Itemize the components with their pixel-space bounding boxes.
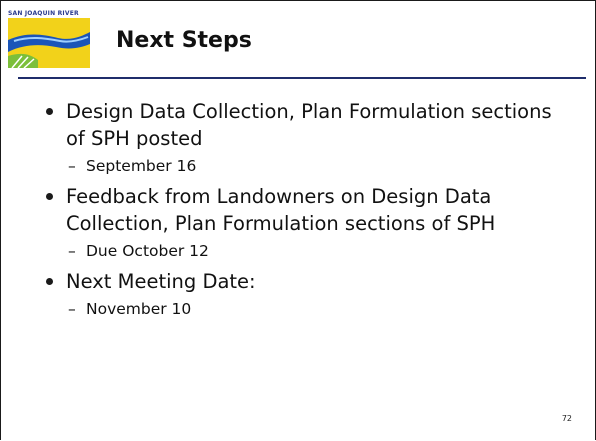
bullet-item: Design Data Collection, Plan Formulation… <box>46 98 566 176</box>
sub-item: – November 10 <box>46 299 566 319</box>
bullet-text: Feedback from Landowners on Design Data … <box>66 185 496 235</box>
page-number: 72 <box>561 414 572 423</box>
sub-item: – Due October 12 <box>46 241 566 261</box>
dash-icon: – <box>68 157 76 175</box>
bullet-item: Next Meeting Date: – November 10 <box>46 268 566 319</box>
bullet-text: Design Data Collection, Plan Formulation… <box>66 100 552 150</box>
river-logo-icon <box>8 10 90 68</box>
bullet-dot-icon <box>46 108 53 115</box>
slide-title: Next Steps <box>116 28 252 53</box>
dash-icon: – <box>68 300 76 318</box>
bullet-list: Design Data Collection, Plan Formulation… <box>46 98 566 326</box>
sub-item-text: Due October 12 <box>86 242 209 260</box>
bullet-dot-icon <box>46 278 53 285</box>
title-divider <box>18 77 586 79</box>
sub-item-text: November 10 <box>86 300 192 318</box>
logo-text: SAN JOAQUIN RIVER <box>8 10 79 17</box>
sub-item: – September 16 <box>46 156 566 176</box>
sub-item-text: September 16 <box>86 157 197 175</box>
bullet-dot-icon <box>46 193 53 200</box>
bullet-text: Next Meeting Date: <box>66 270 256 293</box>
dash-icon: – <box>68 242 76 260</box>
bullet-item: Feedback from Landowners on Design Data … <box>46 183 566 261</box>
river-logo: SAN JOAQUIN RIVER <box>8 10 90 68</box>
